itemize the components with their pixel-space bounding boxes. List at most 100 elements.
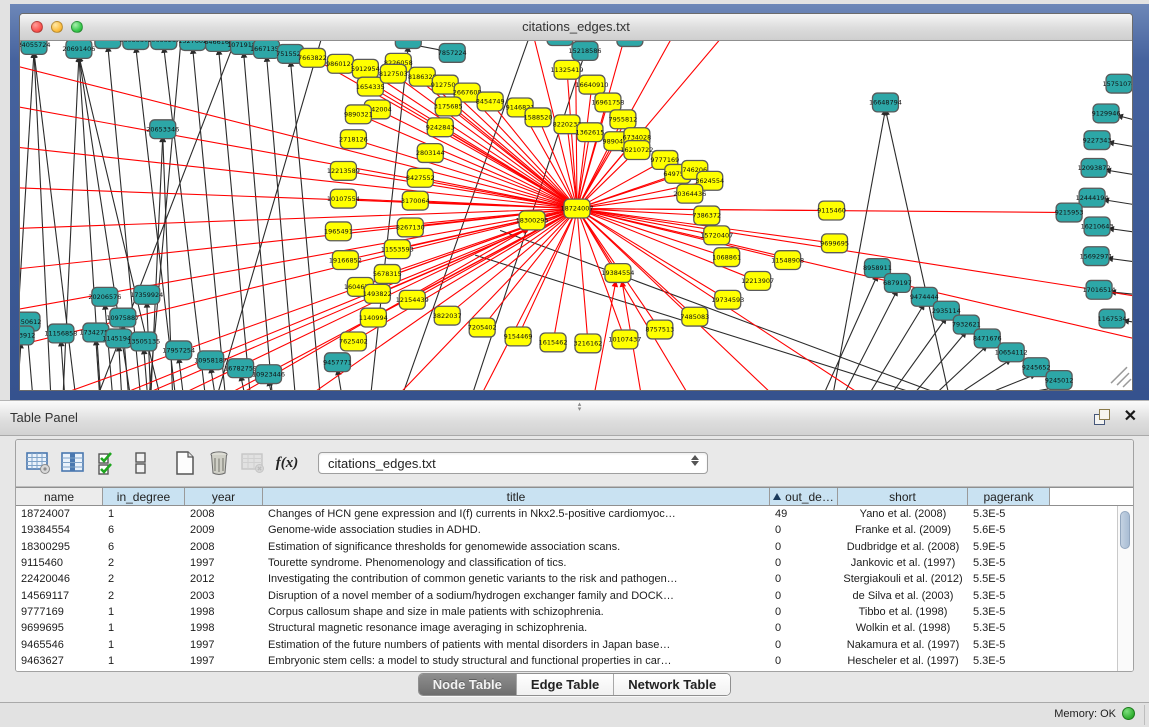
graph-node[interactable]: 12213589 — [327, 161, 360, 180]
cell-short[interactable]: Jankovic et al. (1997) — [838, 557, 968, 569]
graph-node[interactable]: 1588520 — [524, 108, 553, 127]
graph-node[interactable]: 5678315 — [373, 265, 402, 284]
cell-in_degree[interactable]: 1 — [103, 639, 185, 651]
show-columns-icon[interactable] — [58, 448, 88, 478]
cell-pagerank[interactable]: 5.3E-5 — [968, 557, 1050, 569]
graph-node[interactable]: 9890321 — [344, 105, 373, 124]
cell-in_degree[interactable]: 1 — [103, 508, 185, 520]
close-panel-icon[interactable]: ✕ — [1124, 409, 1137, 425]
graph-node[interactable]: 8454749 — [476, 92, 505, 111]
cell-name[interactable]: 9465546 — [16, 639, 103, 651]
cell-name[interactable]: 18300295 — [16, 541, 103, 553]
cell-title[interactable]: Corpus callosum shape and size in male p… — [263, 606, 770, 618]
graph-node[interactable]: 18313054 — [544, 41, 577, 45]
graph-node[interactable]: 9129946 — [1092, 104, 1121, 123]
graph-node[interactable]: 11325419 — [551, 60, 584, 79]
graph-node[interactable]: 9215953 — [1055, 203, 1084, 222]
cell-in_degree[interactable]: 6 — [103, 524, 185, 536]
graph-node[interactable]: 15218586 — [568, 41, 601, 60]
graph-node[interactable]: 12154439 — [396, 290, 429, 309]
cell-year[interactable]: 2012 — [185, 573, 263, 585]
graph-node[interactable]: 16210643 — [1081, 217, 1114, 236]
graph-node[interactable]: 19734593 — [711, 290, 744, 309]
graph-node[interactable]: 9457771 — [323, 353, 352, 372]
cell-year[interactable]: 1997 — [185, 557, 263, 569]
network-window-titlebar[interactable]: citations_edges.txt — [20, 14, 1132, 41]
graph-node[interactable]: 15751074 — [1103, 74, 1132, 93]
graph-node[interactable]: 7625402 — [339, 332, 368, 351]
graph-node[interactable]: 16033809 — [392, 41, 425, 48]
window-resize-grip[interactable] — [1111, 367, 1131, 387]
graph-node[interactable]: 1527602 — [178, 41, 207, 50]
cell-title[interactable]: Disruption of a novel member of a sodium… — [263, 590, 770, 602]
graph-node[interactable]: 10654112 — [995, 343, 1028, 362]
graph-node[interactable]: 11548908 — [771, 251, 804, 270]
graph-node[interactable]: 8267130 — [396, 218, 425, 237]
graph-node[interactable]: 1140994 — [359, 308, 388, 327]
cell-year[interactable]: 2003 — [185, 590, 263, 602]
memory-ok-icon[interactable] — [1122, 707, 1135, 720]
cell-title[interactable]: Investigating the contribution of common… — [263, 573, 770, 585]
cell-short[interactable]: Franke et al. (2009) — [838, 524, 968, 536]
cell-out_degree[interactable]: 0 — [770, 541, 838, 553]
cell-in_degree[interactable]: 2 — [103, 573, 185, 585]
cell-out_degree[interactable]: 0 — [770, 573, 838, 585]
cell-out_degree[interactable]: 0 — [770, 639, 838, 651]
graph-node[interactable]: 11156858 — [44, 324, 77, 343]
cell-pagerank[interactable]: 5.3E-5 — [968, 639, 1050, 651]
cell-title[interactable]: Embryonic stem cells: a model to study s… — [263, 655, 770, 667]
float-panel-icon[interactable] — [1094, 409, 1110, 425]
graph-node[interactable]: 10958187 — [194, 351, 227, 370]
graph-node[interactable]: 18300295 — [516, 211, 549, 230]
cell-name[interactable]: 14569117 — [16, 590, 103, 602]
graph-node[interactable]: 9154469 — [504, 327, 533, 346]
graph-node[interactable]: 15720407 — [700, 226, 733, 245]
graph-node[interactable]: 3175685 — [434, 97, 463, 116]
graph-node[interactable]: 9115460 — [817, 201, 846, 220]
cell-short[interactable]: de Silva et al. (2003) — [838, 590, 968, 602]
graph-node[interactable]: 20653346 — [146, 120, 179, 139]
column-header-year[interactable]: year — [185, 488, 263, 505]
graph-node[interactable]: 12213907 — [741, 272, 774, 291]
cell-title[interactable]: Estimation of significance thresholds fo… — [263, 541, 770, 553]
graph-node[interactable]: 1068861 — [712, 248, 741, 267]
graph-node[interactable]: 9313912 — [20, 326, 35, 345]
cell-year[interactable]: 1998 — [185, 606, 263, 618]
cell-out_degree[interactable]: 0 — [770, 655, 838, 667]
cell-out_degree[interactable]: 0 — [770, 622, 838, 634]
cell-in_degree[interactable]: 2 — [103, 590, 185, 602]
clear-selection-icon[interactable] — [126, 448, 156, 478]
table-row[interactable]: 2242004622012Investigating the contribut… — [16, 571, 1133, 587]
column-header-short[interactable]: short — [838, 488, 968, 505]
cell-in_degree[interactable]: 1 — [103, 606, 185, 618]
cell-short[interactable]: Wolkin et al. (1998) — [838, 622, 968, 634]
cell-name[interactable]: 18724007 — [16, 508, 103, 520]
cell-name[interactable]: 19384554 — [16, 524, 103, 536]
table-row[interactable]: 1456911722003Disruption of a novel membe… — [16, 587, 1133, 603]
cell-in_degree[interactable]: 6 — [103, 541, 185, 553]
cell-pagerank[interactable]: 5.3E-5 — [968, 590, 1050, 602]
tab-network-table[interactable]: Network Table — [614, 674, 730, 695]
graph-node[interactable]: 5912954 — [351, 59, 380, 78]
table-row[interactable]: 1938455462009Genome-wide association stu… — [16, 522, 1133, 538]
cell-out_degree[interactable]: 0 — [770, 590, 838, 602]
graph-node[interactable]: 10923446 — [252, 365, 285, 384]
graph-node[interactable]: 17957254 — [162, 341, 195, 360]
column-header-out_degree[interactable]: out_de… — [770, 488, 838, 505]
graph-node[interactable]: 10653287 — [147, 41, 180, 49]
graph-node[interactable]: 8471676 — [973, 329, 1002, 348]
graph-node[interactable]: 6879197 — [883, 274, 912, 293]
cell-name[interactable]: 9115460 — [16, 557, 103, 569]
graph-node[interactable]: 16210722 — [620, 141, 653, 160]
table-row[interactable]: 1872400712008Changes of HCN gene express… — [16, 506, 1133, 522]
cell-name[interactable]: 9463627 — [16, 655, 103, 667]
graph-node[interactable]: 15692971 — [1080, 247, 1113, 266]
cell-year[interactable]: 2009 — [185, 524, 263, 536]
cell-short[interactable]: Tibbo et al. (1998) — [838, 606, 968, 618]
cell-name[interactable]: 9777169 — [16, 606, 103, 618]
graph-node[interactable]: 3170064 — [401, 191, 430, 210]
citation-graph[interactable]: 2405572420691406260338095603380910653287… — [20, 41, 1132, 390]
cell-short[interactable]: Hescheler et al. (1997) — [838, 655, 968, 667]
graph-node[interactable]: 3216162 — [574, 334, 603, 353]
cell-pagerank[interactable]: 5.3E-5 — [968, 508, 1050, 520]
